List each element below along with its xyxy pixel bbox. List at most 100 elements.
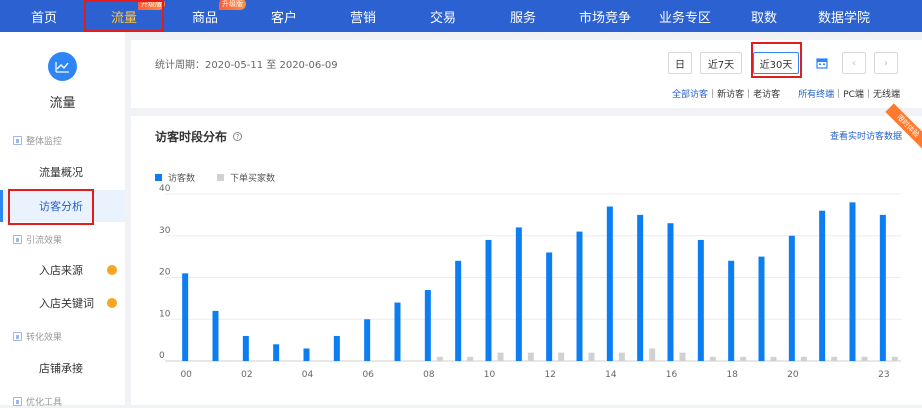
sidebar-item-store-sources[interactable]: 入店来源 (0, 254, 125, 286)
notification-dot (107, 265, 117, 275)
nav-data-fetch[interactable]: 取数 (742, 0, 786, 32)
filter-all-visitors[interactable]: 全部访客 (672, 87, 708, 100)
sidebar-group-label: 整体监控 (26, 137, 63, 147)
bar-visitors (788, 235, 795, 361)
bar-buyers (497, 352, 504, 361)
nav-traffic[interactable]: 流量 升级版 (86, 0, 165, 32)
bar-buyers (467, 356, 474, 361)
upgrade-badge: 升级版 (138, 0, 165, 10)
x-tick-label: 12 (544, 370, 555, 380)
period-7days-button[interactable]: 近7天 (700, 52, 742, 74)
nav-marketing[interactable]: 营销 (341, 0, 385, 32)
group-chart-icon (13, 235, 22, 244)
period-button-label: 日 (675, 59, 685, 71)
bar-visitors (879, 214, 886, 361)
nav-products[interactable]: 商品 升级版 (183, 0, 246, 32)
y-tick-label: 20 (159, 268, 171, 278)
period-day-button[interactable]: 日 (668, 52, 692, 74)
bar-visitors (819, 210, 826, 361)
bar-visitors (333, 335, 340, 361)
filter-wireless[interactable]: 无线端 (873, 87, 900, 100)
bar-visitors (606, 206, 613, 361)
period-30days-button[interactable]: 近30天 (753, 52, 799, 74)
filter-divider: | (837, 88, 841, 99)
nav-products-label: 商品 (191, 10, 218, 26)
bar-visitors (212, 310, 219, 361)
filter-row: 全部访客 | 新访客 | 老访客 所有终端 | PC端 | 无线端 (672, 87, 900, 101)
y-tick-label: 0 (159, 351, 165, 361)
x-tick-label: 06 (362, 370, 374, 380)
nav-market-competition-label: 市场竞争 (578, 10, 631, 26)
filter-returning-visitors[interactable]: 老访客 (753, 87, 780, 100)
nav-service[interactable]: 服务 (501, 0, 545, 32)
bar-buyers (436, 356, 443, 361)
calendar-icon[interactable] (810, 52, 834, 74)
bar-buyers (558, 352, 565, 361)
sidebar-group-optimization: 优化工具 (13, 395, 62, 408)
filter-divider: | (747, 88, 751, 99)
filter-pc[interactable]: PC端 (843, 87, 864, 100)
sidebar-item-store-landing[interactable]: 店铺承接 (0, 352, 125, 384)
bar-visitors (424, 290, 431, 361)
bar-buyers (770, 356, 777, 361)
notification-dot (107, 298, 117, 308)
sidebar-group-overall: 整体监控 (13, 134, 62, 147)
sidebar-item-label: 店铺承接 (39, 362, 83, 375)
bar-visitors (515, 227, 522, 361)
period-button-label: 近7天 (707, 59, 735, 71)
nav-customers[interactable]: 客户 (262, 0, 306, 32)
previous-period-button[interactable]: ‹ (842, 52, 866, 74)
bar-visitors (455, 260, 462, 361)
bar-visitors (242, 335, 249, 361)
nav-home[interactable]: 首页 (22, 0, 66, 32)
bar-buyers (588, 352, 595, 361)
nav-trade-label: 交易 (429, 10, 456, 26)
group-chart-icon (13, 332, 22, 341)
x-tick-label: 20 (787, 370, 799, 380)
next-period-button[interactable]: › (874, 52, 898, 74)
bar-buyers (740, 356, 747, 361)
bar-buyers (527, 352, 534, 361)
bar-visitors (364, 319, 371, 361)
x-tick-label: 23 (878, 370, 889, 380)
bar-visitors (273, 344, 280, 361)
nav-business-zone[interactable]: 业务专区 (653, 0, 717, 32)
x-tick-label: 10 (484, 370, 496, 380)
traffic-chart-icon (48, 52, 77, 81)
bar-visitors (546, 252, 553, 361)
nav-trade[interactable]: 交易 (421, 0, 465, 32)
bar-buyers (649, 348, 656, 361)
sidebar-item-traffic-overview[interactable]: 流量概况 (0, 156, 125, 188)
sidebar-item-label: 入店来源 (39, 264, 83, 277)
bar-visitors (182, 273, 189, 361)
chevron-left-icon: ‹ (852, 57, 856, 69)
x-tick-label: 02 (241, 370, 252, 380)
bar-visitors (849, 202, 856, 361)
filter-divider: | (711, 88, 715, 99)
x-tick-label: 18 (726, 370, 738, 380)
bar-visitors (576, 231, 583, 361)
sidebar-item-visitor-analysis[interactable]: 访客分析 (0, 190, 125, 222)
stat-period-label: 统计周期：2020-05-11 至 2020-06-09 (155, 60, 338, 71)
nav-data-academy[interactable]: 数据学院 (812, 0, 876, 32)
bar-visitors (697, 239, 704, 361)
nav-data-fetch-label: 取数 (750, 10, 777, 26)
filter-divider: | (866, 88, 870, 99)
nav-market-competition[interactable]: 市场竞争 (573, 0, 637, 32)
sidebar-group-traffic-effect: 引流效果 (13, 233, 62, 246)
visitor-time-chart: 0 10 20 30 40 00 02 04 06 08 10 12 14 16 18 20 23 (159, 184, 901, 380)
sidebar-item-label: 访客分析 (39, 200, 83, 213)
x-tick-label: 14 (605, 370, 617, 380)
visitor-time-distribution-card: 访客时段分布 ? 查看实时访客数据 限时体验 访客数 下单买家数 0 10 20 30… (131, 103, 922, 405)
filter-new-visitors[interactable]: 新访客 (717, 87, 744, 100)
bar-visitors (758, 256, 765, 361)
filter-all-devices[interactable]: 所有终端 (798, 87, 834, 100)
nav-data-academy-label: 数据学院 (817, 10, 870, 26)
sidebar-group-conversion: 转化效果 (13, 330, 62, 343)
x-tick-label: 16 (666, 370, 678, 380)
nav-marketing-label: 营销 (349, 10, 376, 26)
sidebar-item-store-keywords[interactable]: 入店关键词 (0, 287, 125, 319)
bar-buyers (709, 356, 716, 361)
nav-service-label: 服务 (509, 10, 536, 26)
sidebar-group-label: 转化效果 (26, 333, 63, 343)
